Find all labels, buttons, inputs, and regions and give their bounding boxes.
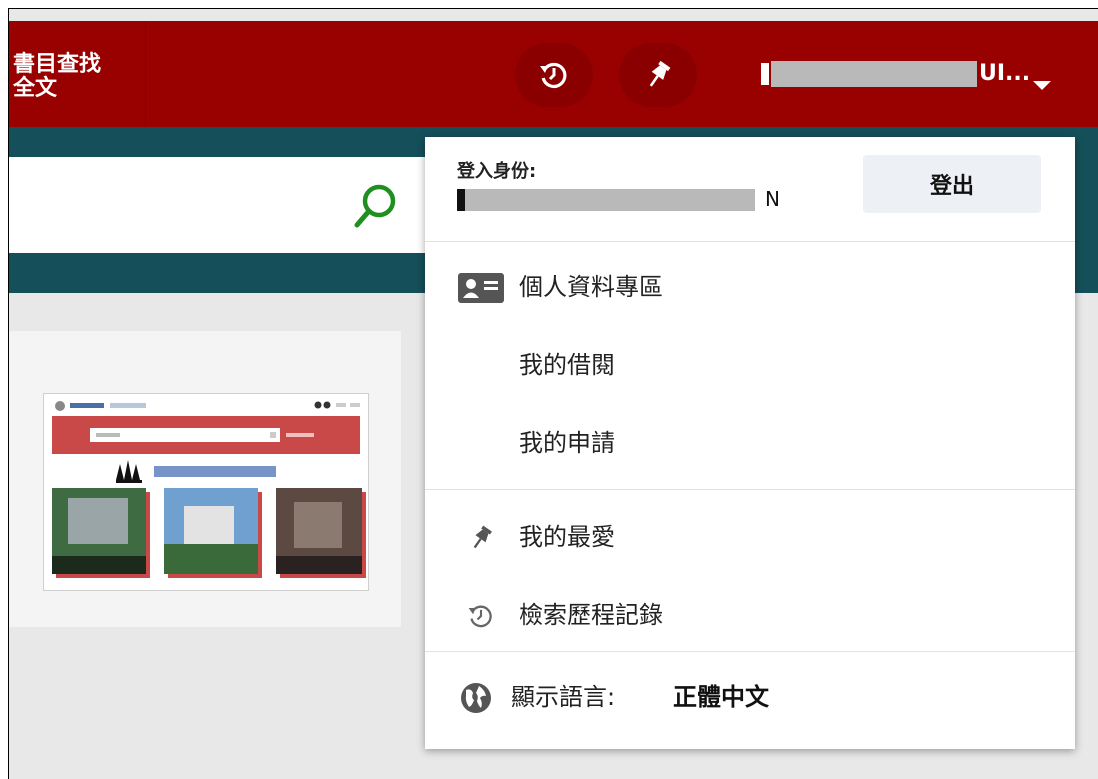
menu-item-my-loans[interactable]: 我的借閱 <box>425 335 1075 395</box>
menu-divider <box>425 489 1075 490</box>
app-frame: 書目查找 全文 UI... 登入身份: N 登出 個人資料專區 我的借閱 我的申… <box>8 8 1098 779</box>
menu-item-my-requests-label: 我的申請 <box>519 429 615 457</box>
nav-search-label-line1: 書目查找 <box>13 52 102 77</box>
login-identity-value <box>457 189 757 211</box>
login-id-redaction-start <box>457 189 465 211</box>
pin-button[interactable] <box>619 43 697 107</box>
login-id-suffix: N <box>765 187 780 211</box>
homepage-thumbnail[interactable] <box>43 393 369 591</box>
nav-search-label-line2: 全文 <box>13 76 58 101</box>
globe-icon <box>461 683 491 713</box>
login-identity-label: 登入身份: <box>457 161 537 182</box>
user-menu-toggle[interactable]: UI... <box>761 61 1030 87</box>
menu-item-my-requests[interactable]: 我的申請 <box>425 413 1075 473</box>
menu-item-search-history-label: 檢索歷程記錄 <box>519 601 663 629</box>
history-button[interactable] <box>515 43 593 107</box>
menu-divider <box>425 651 1075 652</box>
search-input[interactable] <box>9 157 429 253</box>
preview-card <box>9 331 401 627</box>
magnifier-icon[interactable] <box>349 179 401 231</box>
menu-item-profile[interactable]: 個人資料專區 <box>425 257 1075 317</box>
logout-button[interactable]: 登出 <box>863 155 1041 213</box>
thumbnail-image <box>52 401 366 578</box>
menu-item-profile-label: 個人資料專區 <box>519 273 663 301</box>
menu-item-search-history[interactable]: 檢索歷程記錄 <box>425 585 1075 645</box>
pin-icon <box>457 522 505 554</box>
user-name-redacted <box>771 61 977 87</box>
user-dropdown-menu: 登入身份: N 登出 個人資料專區 我的借閱 我的申請 我的最愛 檢索歷程記錄 … <box>425 137 1075 749</box>
id-card-icon <box>457 272 505 304</box>
language-label: 顯示語言: <box>511 683 616 711</box>
menu-item-my-loans-label: 我的借閱 <box>519 351 615 379</box>
login-id-redacted <box>465 189 755 211</box>
caret-down-icon[interactable] <box>1033 81 1051 90</box>
language-value: 正體中文 <box>673 683 769 711</box>
user-name-redaction-start <box>761 63 769 85</box>
pin-icon <box>649 60 671 87</box>
user-name-suffix: UI... <box>979 61 1031 86</box>
top-navigation-bar: 書目查找 全文 UI... <box>9 21 1098 127</box>
menu-item-favorites[interactable]: 我的最愛 <box>425 507 1075 567</box>
history-icon <box>457 600 505 632</box>
nav-search-link[interactable]: 書目查找 全文 <box>9 21 146 127</box>
menu-item-favorites-label: 我的最愛 <box>519 523 615 551</box>
history-icon <box>540 62 567 88</box>
menu-divider <box>425 241 1075 242</box>
language-selector[interactable]: 顯示語言: 正體中文 <box>425 667 1075 727</box>
